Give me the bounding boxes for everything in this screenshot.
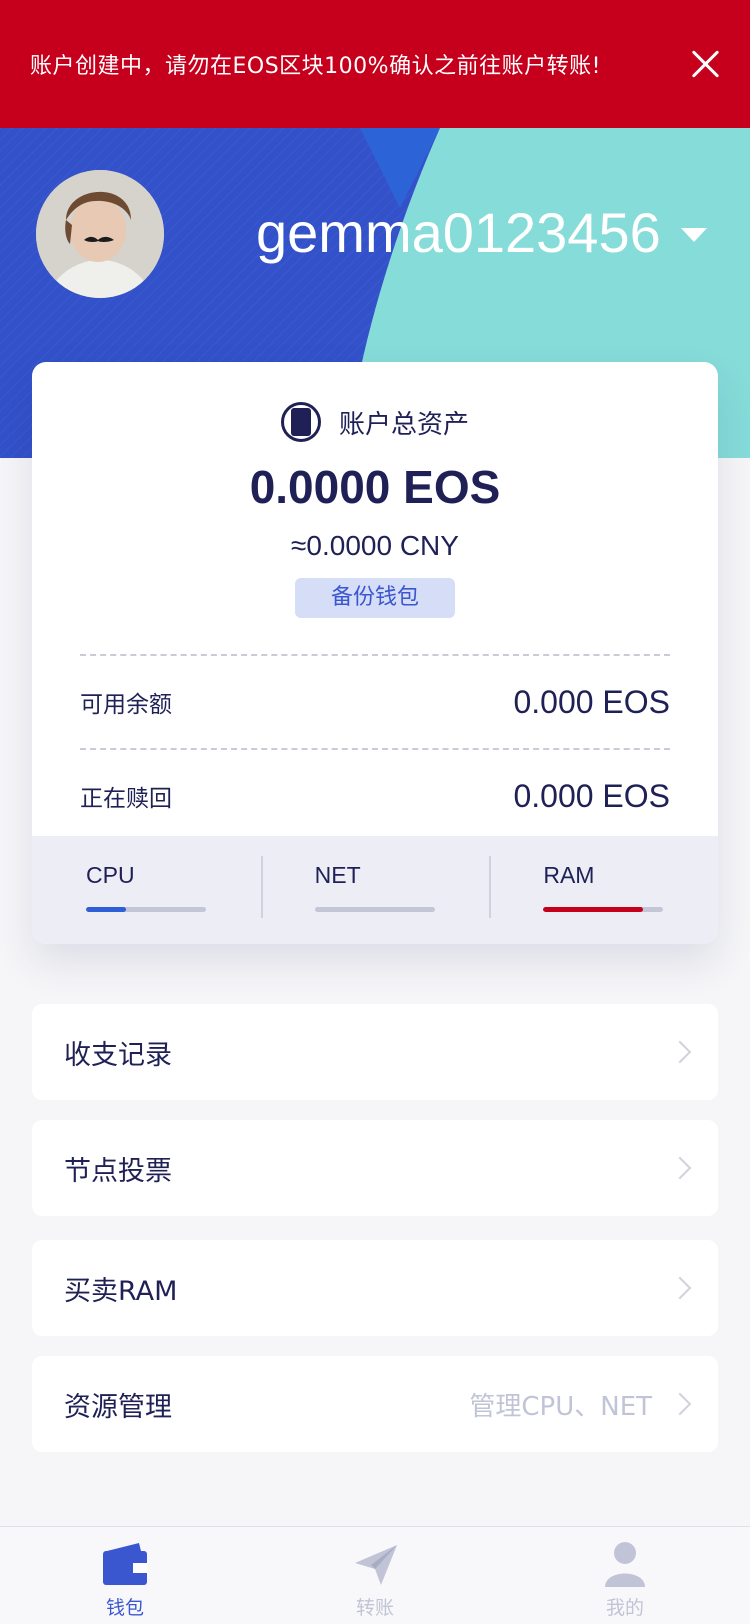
menu-item-transaction-history[interactable]: 收支记录 (32, 1004, 718, 1100)
warning-banner: 账户创建中，请勿在EOS区块100%确认之前往账户转账! (0, 0, 750, 128)
tab-label: 转账 (355, 1597, 394, 1619)
resource-net[interactable]: NET (260, 836, 490, 944)
redeeming-row: 正在赎回 0.000 EOS (80, 750, 670, 842)
wallet-icon (103, 1543, 147, 1585)
resource-name: RAM (543, 862, 595, 888)
asset-card: 账户总资产 0.0000 EOS ≈0.0000 CNY 备份钱包 可用余额 0… (32, 362, 718, 944)
chevron-right-icon (668, 1392, 692, 1416)
chevron-right-icon (668, 1156, 692, 1180)
available-balance-row: 可用余额 0.000 EOS (80, 656, 670, 748)
menu-item-node-voting[interactable]: 节点投票 (32, 1120, 718, 1216)
resource-name: CPU (86, 862, 135, 888)
tab-label: 钱包 (105, 1597, 144, 1619)
chevron-right-icon (668, 1276, 692, 1300)
menu-item-resource-management[interactable]: 资源管理 管理CPU、NET (32, 1356, 718, 1452)
menu-item-hint: 管理CPU、NET (469, 1391, 652, 1422)
cpu-usage-bar (86, 907, 206, 912)
tab-wallet[interactable]: 钱包 (0, 1527, 250, 1624)
total-eos-value: 0.0000 EOS (249, 461, 501, 513)
available-balance-value: 0.000 EOS (513, 683, 670, 720)
account-name: gemma0123456 (256, 201, 661, 264)
total-assets-title: 账户总资产 (338, 409, 469, 440)
resource-cpu[interactable]: CPU (32, 836, 261, 944)
total-assets-header: 账户总资产 (32, 402, 718, 442)
available-balance-label: 可用余额 (80, 692, 172, 718)
net-usage-bar (314, 907, 435, 912)
warning-text: 账户创建中，请勿在EOS区块100%确认之前往账户转账! (30, 54, 601, 79)
redeeming-label: 正在赎回 (80, 786, 172, 812)
tab-profile[interactable]: 我的 (500, 1527, 750, 1624)
menu-item-label: 买卖RAM (64, 1275, 178, 1307)
backup-wallet-button[interactable]: 备份钱包 (295, 578, 455, 618)
person-icon (605, 1542, 645, 1587)
send-icon (355, 1545, 397, 1585)
menu-item-label: 收支记录 (64, 1039, 172, 1071)
account-switcher[interactable]: gemma0123456 (256, 200, 707, 265)
redeeming-value: 0.000 EOS (513, 777, 670, 814)
wallet-balance-icon (280, 402, 321, 442)
avatar[interactable] (36, 170, 164, 298)
ram-usage-bar (543, 907, 664, 912)
close-icon[interactable] (690, 49, 720, 79)
menu-item-trade-ram[interactable]: 买卖RAM (32, 1240, 718, 1336)
bottom-tab-bar: 钱包 转账 我的 (0, 1526, 750, 1624)
chevron-right-icon (668, 1040, 692, 1064)
caret-down-icon (680, 227, 707, 242)
menu-item-label: 资源管理 (64, 1391, 172, 1423)
resource-name: NET (314, 862, 361, 888)
menu-item-label: 节点投票 (64, 1155, 172, 1187)
tab-transfer[interactable]: 转账 (250, 1527, 500, 1624)
tab-label: 我的 (605, 1597, 644, 1619)
resource-panel: CPU NET RAM (32, 836, 718, 944)
total-cny-value: ≈0.0000 CNY (291, 530, 459, 561)
resource-ram[interactable]: RAM (489, 836, 718, 944)
